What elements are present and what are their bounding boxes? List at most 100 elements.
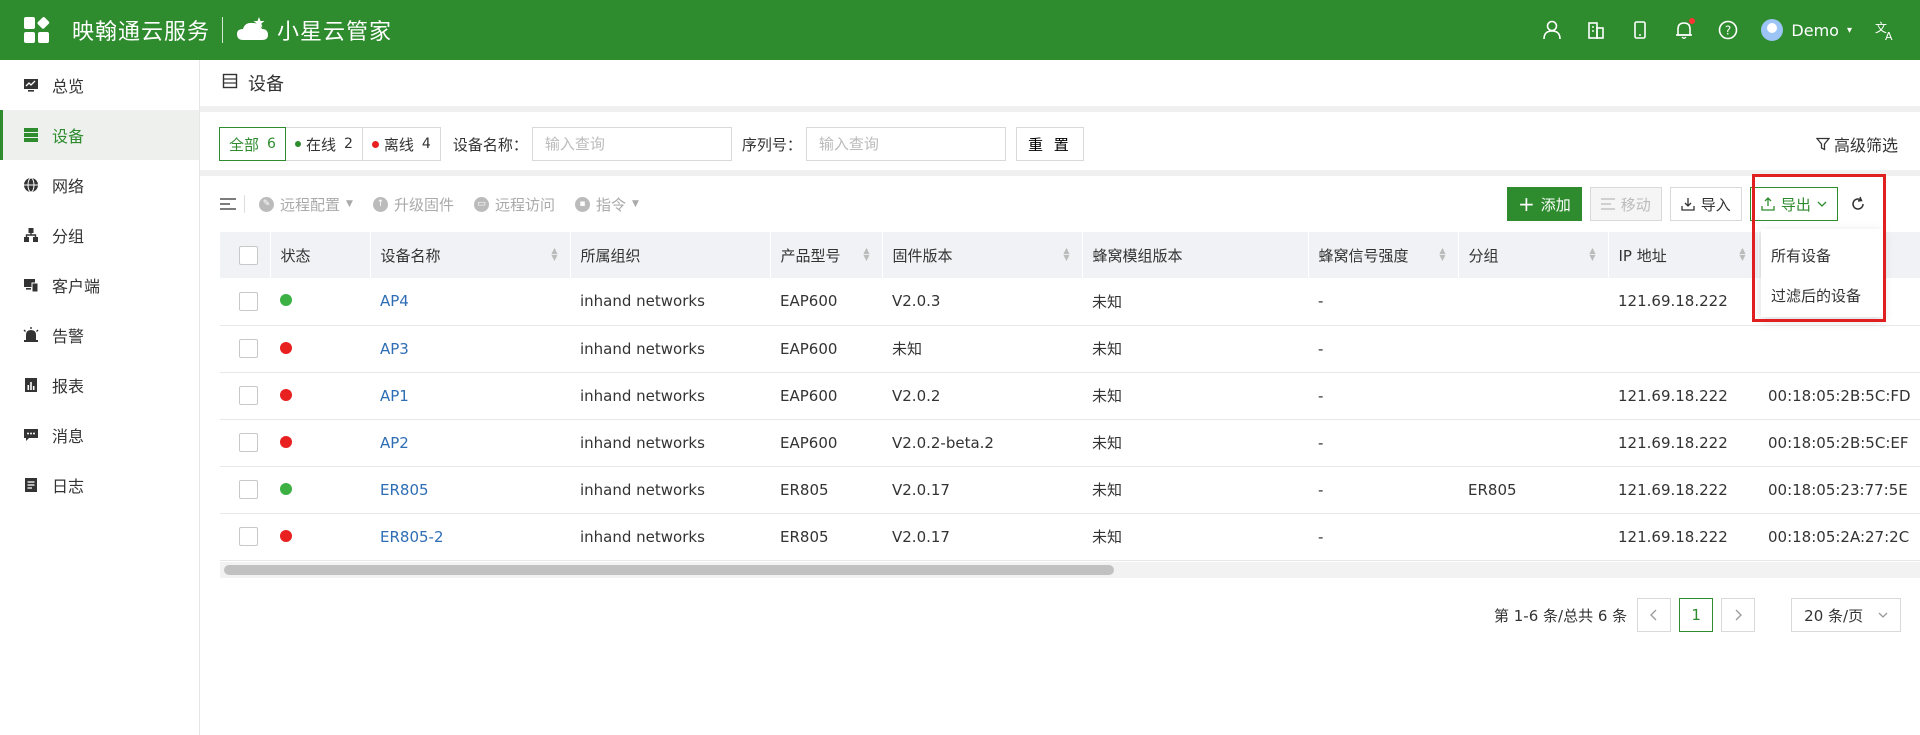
- user-account-icon[interactable]: [1541, 19, 1563, 41]
- sidebar-item-clients[interactable]: 客户端: [0, 260, 199, 310]
- upgrade-firmware-button[interactable]: ↑ 升级固件: [372, 194, 454, 215]
- serial-number-input[interactable]: [805, 127, 1006, 161]
- ip-cell: [1608, 325, 1758, 373]
- export-button[interactable]: 导出: [1749, 187, 1838, 221]
- remote-config-button[interactable]: ✎ 远程配置 ▼: [259, 194, 353, 215]
- filter-all-button[interactable]: 全部 6: [219, 127, 286, 161]
- page-number-button[interactable]: 1: [1679, 598, 1714, 632]
- select-all-checkbox[interactable]: [239, 245, 258, 265]
- table-row[interactable]: AP3 inhand networks EAP600 未知 未知 -: [220, 325, 1920, 373]
- import-button[interactable]: 导入: [1669, 187, 1742, 221]
- organization-cell-text: inhand networks: [580, 339, 705, 358]
- chevron-right-icon: [1735, 609, 1743, 621]
- app-grid-icon[interactable]: [24, 16, 50, 43]
- select-all-checkbox-cell: [220, 232, 271, 278]
- page-size-select[interactable]: 20 条/页: [1791, 598, 1902, 632]
- sidebar-item-label: 总览: [52, 77, 85, 96]
- sidebar-item-alarms[interactable]: 告警: [0, 310, 199, 360]
- next-page-button[interactable]: [1721, 598, 1756, 632]
- column-header-model[interactable]: 产品型号 ▲ ▼: [770, 232, 883, 278]
- export-filtered-devices-option[interactable]: 过滤后的设备: [1761, 275, 1883, 315]
- group-cell-text: ER805: [1468, 480, 1517, 499]
- device-name-link[interactable]: AP2: [380, 434, 409, 452]
- scrollbar-thumb[interactable]: [224, 565, 1114, 575]
- notification-bell-icon[interactable]: [1673, 18, 1696, 41]
- device-name-link[interactable]: AP4: [380, 292, 409, 310]
- mac-cell-text: 00:18:05:2B:5C:FD: [1768, 386, 1911, 405]
- cell-module-cell: 未知: [1082, 466, 1308, 514]
- device-name-input[interactable]: [531, 127, 732, 161]
- table-row[interactable]: AP1 inhand networks EAP600 V2.0.2 未知 - 121.69.…: [220, 372, 1920, 420]
- move-button[interactable]: 移动: [1589, 187, 1662, 221]
- table-row[interactable]: ER805 inhand networks ER805 V2.0.17 未知 - ER805…: [220, 466, 1920, 514]
- refresh-icon[interactable]: [1848, 194, 1868, 214]
- user-name: Demo: [1791, 20, 1839, 40]
- group-cell: [1458, 372, 1608, 420]
- reset-button[interactable]: 重 置: [1015, 127, 1084, 161]
- column-header-ip[interactable]: IP 地址 ▲ ▼: [1608, 232, 1759, 278]
- table-header-row: 状态 设备名称 ▲ ▼ 所属组织 产品型号 ▲ ▼ 固件版本 ▲ ▼ 蜂窝模组版本 蜂窝信号…: [220, 232, 1920, 278]
- prev-page-button[interactable]: [1637, 598, 1672, 632]
- serial-number-label: 序列号：: [741, 135, 802, 154]
- row-checkbox[interactable]: [239, 527, 258, 546]
- cell-module-cell: 未知: [1082, 325, 1308, 373]
- language-icon[interactable]: 文A: [1874, 19, 1896, 41]
- add-button[interactable]: + 添加: [1507, 187, 1582, 221]
- firmware-cell: V2.0.2-beta.2: [882, 419, 1082, 467]
- ip-cell-text: 121.69.18.222: [1618, 433, 1728, 452]
- sidebar-item-label: 报表: [52, 377, 85, 396]
- table-row[interactable]: AP4 inhand networks EAP600 V2.0.3 未知 - 121.69.…: [220, 278, 1920, 326]
- user-menu[interactable]: Demo ▾: [1761, 19, 1852, 41]
- export-all-devices-option[interactable]: 所有设备: [1761, 235, 1883, 275]
- row-checkbox[interactable]: [239, 480, 258, 499]
- column-toggle-icon[interactable]: [220, 197, 236, 211]
- organization-icon[interactable]: [1585, 19, 1607, 41]
- svg-text:?: ?: [1725, 24, 1731, 38]
- sidebar-item-network[interactable]: 网络: [0, 160, 199, 210]
- export-icon: [1761, 197, 1775, 211]
- table-row[interactable]: AP2 inhand networks EAP600 V2.0.2-beta.2 未知 -…: [220, 419, 1920, 467]
- column-header-group[interactable]: 分组 ▲ ▼: [1458, 232, 1609, 278]
- sidebar-item-reports[interactable]: 报表: [0, 360, 199, 410]
- filter-online-button[interactable]: 在线 2: [284, 127, 363, 161]
- column-header-label: IP 地址: [1618, 246, 1667, 265]
- row-checkbox[interactable]: [239, 291, 258, 311]
- column-header-signal[interactable]: 蜂窝信号强度 ▲ ▼: [1308, 232, 1459, 278]
- status-offline-dot: [280, 435, 292, 448]
- add-label: 添加: [1540, 195, 1571, 214]
- notification-dot: [1689, 18, 1696, 24]
- mobile-icon[interactable]: [1629, 19, 1651, 41]
- sidebar-item-messages[interactable]: 消息: [0, 410, 199, 460]
- command-button[interactable]: ▪ 指令 ▼: [574, 194, 639, 215]
- filter-offline-button[interactable]: 离线 4: [361, 127, 441, 161]
- row-checkbox[interactable]: [239, 386, 258, 405]
- signal-cell: -: [1308, 372, 1458, 420]
- organization-cell-text: inhand networks: [580, 480, 705, 499]
- horizontal-scrollbar[interactable]: [220, 562, 1920, 578]
- device-name-link[interactable]: AP3: [380, 340, 409, 358]
- sidebar-item-groups[interactable]: 分组: [0, 210, 199, 260]
- device-name-link[interactable]: ER805-2: [380, 528, 444, 546]
- device-name-cell: ER805: [370, 466, 570, 514]
- command-label: 指令: [595, 195, 626, 214]
- column-header-device-name[interactable]: 设备名称 ▲ ▼: [370, 232, 571, 278]
- advanced-filter-button[interactable]: 高级筛选: [1815, 132, 1898, 156]
- device-name-link[interactable]: AP1: [380, 387, 409, 405]
- mac-cell-text: 00:18:05:23:77:5E: [1768, 480, 1908, 499]
- device-name-link[interactable]: ER805: [380, 481, 429, 499]
- move-icon: [1600, 198, 1615, 210]
- table-row[interactable]: ER805-2 inhand networks ER805 V2.0.17 未知 - 121…: [220, 513, 1920, 561]
- firmware-cell: V2.0.17: [882, 513, 1082, 561]
- sidebar-item-devices[interactable]: 设备: [0, 110, 199, 160]
- firmware-cell: V2.0.3: [882, 278, 1082, 326]
- help-icon[interactable]: ?: [1717, 19, 1739, 41]
- chevron-left-icon: [1650, 609, 1657, 621]
- remote-access-button[interactable]: ▭ 远程访问: [473, 194, 555, 215]
- sidebar-item-logs[interactable]: 日志: [0, 460, 199, 510]
- signal-cell: -: [1308, 419, 1458, 467]
- row-checkbox[interactable]: [239, 339, 258, 358]
- sidebar-item-overview[interactable]: 总览: [0, 60, 199, 110]
- cell-module-cell: 未知: [1082, 372, 1308, 420]
- column-header-firmware[interactable]: 固件版本 ▲ ▼: [882, 232, 1083, 278]
- row-checkbox[interactable]: [239, 433, 258, 452]
